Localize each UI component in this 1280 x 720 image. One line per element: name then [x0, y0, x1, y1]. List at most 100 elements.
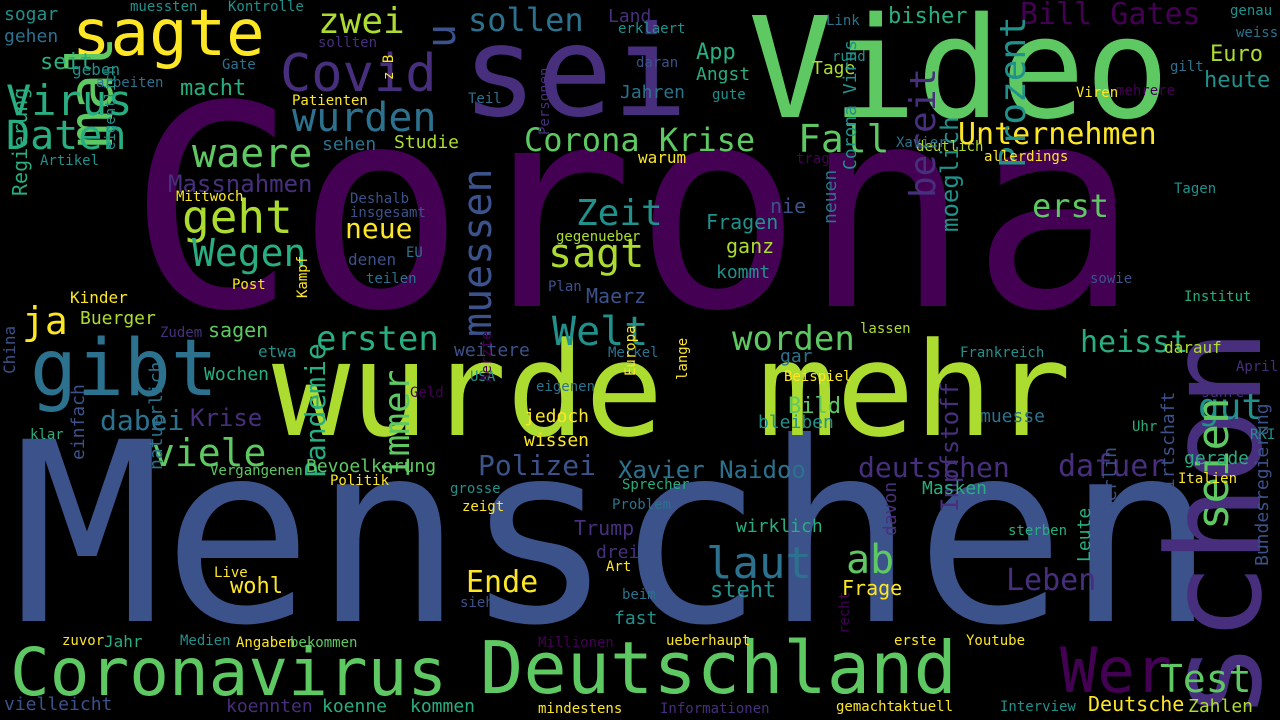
- word-169: steht: [710, 578, 777, 603]
- word-182: Angaben: [236, 635, 296, 651]
- word-79: Euro: [1210, 42, 1263, 67]
- word-34: Prozent: [993, 16, 1034, 168]
- word-111: EU: [406, 245, 423, 261]
- word-186: recht: [837, 591, 853, 634]
- word-156: Masken: [922, 478, 988, 499]
- word-76: Angst: [696, 64, 751, 85]
- word-172: Berlin: [1100, 446, 1121, 512]
- word-61: sogar: [4, 4, 59, 25]
- word-137: Jahre: [1202, 385, 1245, 401]
- word-153: Politik: [330, 473, 390, 489]
- word-181: Medien: [180, 633, 231, 649]
- word-144: jedoch: [524, 406, 590, 427]
- word-139: Europa: [623, 325, 639, 376]
- word-75: App: [696, 40, 736, 65]
- word-36: ja: [22, 299, 68, 343]
- word-58: Regierung: [8, 87, 32, 196]
- word-67: erklaert: [618, 21, 686, 37]
- word-98: Artikel: [40, 153, 100, 169]
- word-81: gilt: [1170, 59, 1204, 75]
- word-195: gemacht: [836, 699, 896, 715]
- word-197: Interview: [1000, 699, 1076, 715]
- word-97: allerdings: [984, 149, 1069, 165]
- word-28: Zeit: [576, 193, 663, 234]
- word-154: grosse: [450, 481, 501, 497]
- word-184: Millionen: [538, 635, 614, 651]
- word-132: Wochen: [204, 364, 270, 385]
- word-71: weiss: [1236, 25, 1279, 41]
- word-124: lassen: [860, 321, 911, 337]
- word-191: koenne: [322, 696, 388, 717]
- word-177: sieht: [460, 595, 503, 611]
- word-85: Patienten: [292, 93, 368, 109]
- word-113: teilen: [366, 271, 417, 287]
- word-114: sowie: [1090, 271, 1133, 287]
- word-168: wohl: [230, 574, 283, 599]
- word-145: wissen: [524, 430, 590, 451]
- word-151: gerade: [1184, 448, 1250, 469]
- word-92: Studie: [394, 132, 460, 153]
- word-187: erste: [894, 633, 937, 649]
- word-17: sollen: [468, 1, 584, 39]
- word-149: klar: [30, 427, 64, 443]
- word-158: einfach: [68, 384, 89, 460]
- word-cloud: Corona Menschen wurde mehr Video sei schon Coro…: [0, 0, 1280, 720]
- word-38: dabei: [100, 404, 185, 437]
- word-96: tragen: [796, 151, 847, 167]
- word-128: gar: [780, 346, 813, 367]
- word-159: natuerlich: [146, 361, 167, 470]
- word-161: Problem: [612, 497, 672, 513]
- word-105: Corona Virus: [840, 39, 861, 170]
- word-129: darauf: [1164, 338, 1222, 357]
- word-190: koennten: [226, 696, 313, 717]
- word-183: bekommen: [290, 635, 358, 651]
- word-146: bleiben: [758, 412, 834, 433]
- word-25: Wegen: [192, 231, 307, 275]
- word-39: ersten: [316, 319, 439, 359]
- word-120: Buerger: [80, 308, 156, 329]
- word-99: eigentlich: [103, 65, 119, 150]
- word-109: neuen: [820, 169, 841, 224]
- word-89: gute: [712, 87, 746, 103]
- word-155: Sprecher: [622, 477, 690, 493]
- word-103: Fragen: [706, 210, 779, 234]
- word-188: Youtube: [966, 633, 1026, 649]
- word-194: Informationen: [660, 701, 770, 717]
- word-198: Deutsche: [1088, 692, 1185, 716]
- word-162: Trump: [574, 516, 635, 540]
- word-140: lange: [675, 337, 691, 380]
- word-133: Geld: [410, 385, 444, 401]
- word-23: waere: [192, 131, 313, 177]
- word-106: Tagen: [1174, 181, 1217, 197]
- word-86: z B: [381, 54, 397, 80]
- word-180: Jahr: [104, 632, 143, 651]
- word-157: Italien: [1178, 471, 1238, 487]
- word-80: heute: [1204, 68, 1271, 93]
- word-19: u: [419, 24, 465, 49]
- word-193: mindestens: [538, 701, 623, 717]
- word-22: Unternehmen: [958, 117, 1157, 152]
- word-163: wirklich: [736, 516, 823, 537]
- word-115: Post: [232, 277, 266, 293]
- word-43: Polizei: [478, 449, 597, 482]
- word-117: Plan: [548, 279, 582, 295]
- word-125: etwa: [258, 342, 297, 361]
- word-108: kommt: [716, 262, 771, 283]
- word-87: Teil: [468, 91, 502, 107]
- word-112: denen: [348, 250, 397, 269]
- word-110: gegenueber: [556, 229, 641, 245]
- word-189: vielleicht: [4, 694, 113, 715]
- word-116: Kinder: [70, 288, 128, 307]
- word-160: zeigt: [462, 499, 505, 515]
- word-57: Krise: [190, 404, 263, 432]
- word-179: zuvor: [62, 633, 105, 649]
- word-84: daran: [636, 55, 679, 71]
- word-123: Kampf: [295, 255, 311, 298]
- word-59: macht: [180, 76, 247, 101]
- word-147: Uhr: [1132, 419, 1158, 435]
- word-102: insgesamt: [350, 205, 426, 221]
- word-91: sehen: [322, 134, 377, 155]
- word-138: April: [1236, 359, 1279, 375]
- word-51: Ende: [466, 565, 539, 600]
- word-104: nie: [770, 194, 807, 218]
